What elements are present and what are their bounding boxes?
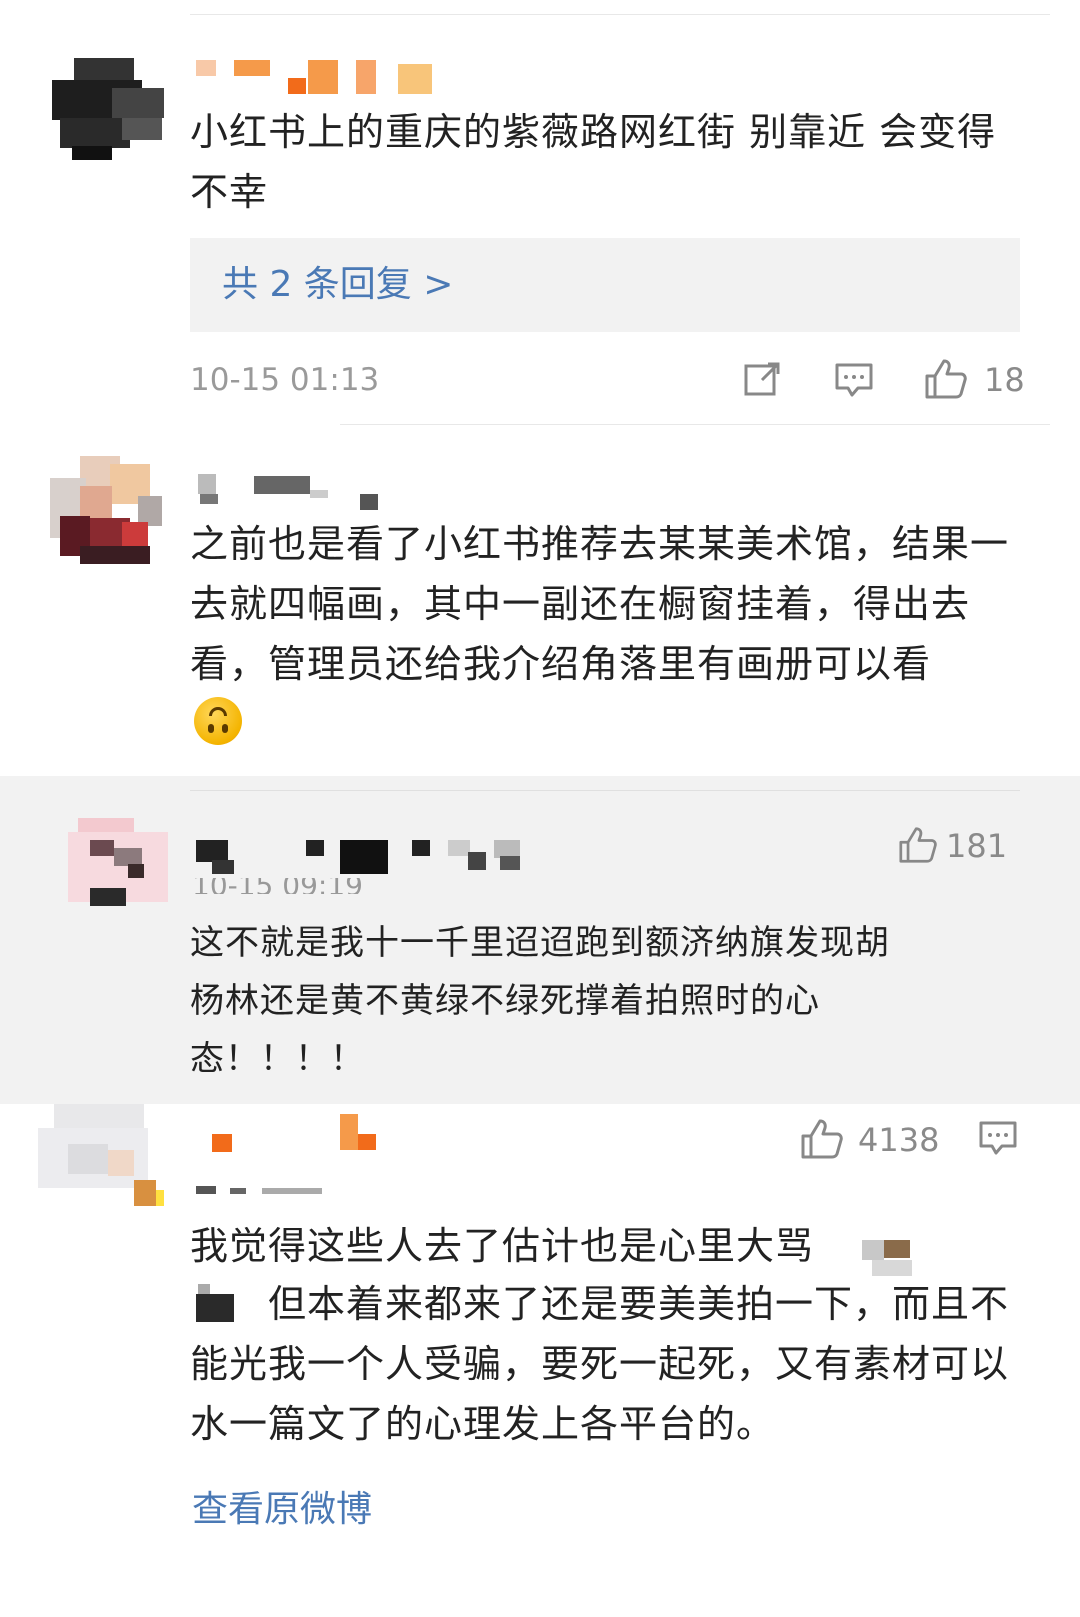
- avatar[interactable]: [68, 818, 168, 910]
- username[interactable]: [198, 474, 388, 514]
- like-count: 18: [984, 361, 1025, 399]
- avatar[interactable]: [38, 1104, 164, 1212]
- view-original-link[interactable]: 查看原微博: [192, 1490, 372, 1530]
- username[interactable]: [212, 1114, 382, 1154]
- upside-down-face-emoji: [194, 697, 242, 745]
- replies-box[interactable]: 共 2 条回复 >: [190, 238, 1020, 332]
- thumbs-up-icon[interactable]: [800, 1118, 844, 1160]
- divider: [340, 424, 1050, 425]
- like-count: 181: [946, 827, 1008, 865]
- timestamp-obscured: [196, 1186, 346, 1198]
- thumbs-up-icon[interactable]: [924, 358, 968, 400]
- view-replies-link[interactable]: 共 2 条回复 >: [222, 265, 453, 305]
- like-count: 4138: [858, 1121, 940, 1159]
- comment-text-line1: 我觉得这些人去了估计也是心里大骂: [190, 1224, 815, 1268]
- divider: [190, 14, 1050, 15]
- share-icon[interactable]: [744, 362, 782, 396]
- comment-text-rest-content: 但本着来都来了还是要美美拍一下，而且不能光我一个人受骗，要死一起死，又有素材可以…: [190, 1282, 1010, 1446]
- thumbs-up-icon[interactable]: [898, 826, 938, 864]
- avatar[interactable]: [50, 456, 162, 566]
- comment-icon[interactable]: [834, 362, 874, 398]
- comment-text-rest: 但本着来都来了还是要美美拍一下，而且不能光我一个人受骗，要死一起死，又有素材可以…: [190, 1274, 1024, 1454]
- username[interactable]: [196, 58, 436, 98]
- comment-text: 之前也是看了小红书推荐去某某美术馆，结果一去就四幅画，其中一副还在橱窗挂着，得出…: [190, 522, 1010, 686]
- comment-text: 小红书上的重庆的紫薇路网红街 别靠近 会变得不幸: [190, 110, 997, 214]
- comment-text: 这不就是我十一千里迢迢跑到额济纳旗发现胡杨林还是黄不黄绿不绿死撑着拍照时的心态！…: [190, 923, 890, 1079]
- comment-icon[interactable]: [978, 1120, 1018, 1156]
- timestamp: 10-15 01:13: [190, 362, 380, 398]
- timestamp: 10-15 09:19: [192, 878, 363, 894]
- inline-sticker: [852, 1238, 914, 1278]
- divider: [190, 790, 1020, 791]
- avatar[interactable]: [52, 58, 164, 166]
- username[interactable]: [196, 836, 526, 876]
